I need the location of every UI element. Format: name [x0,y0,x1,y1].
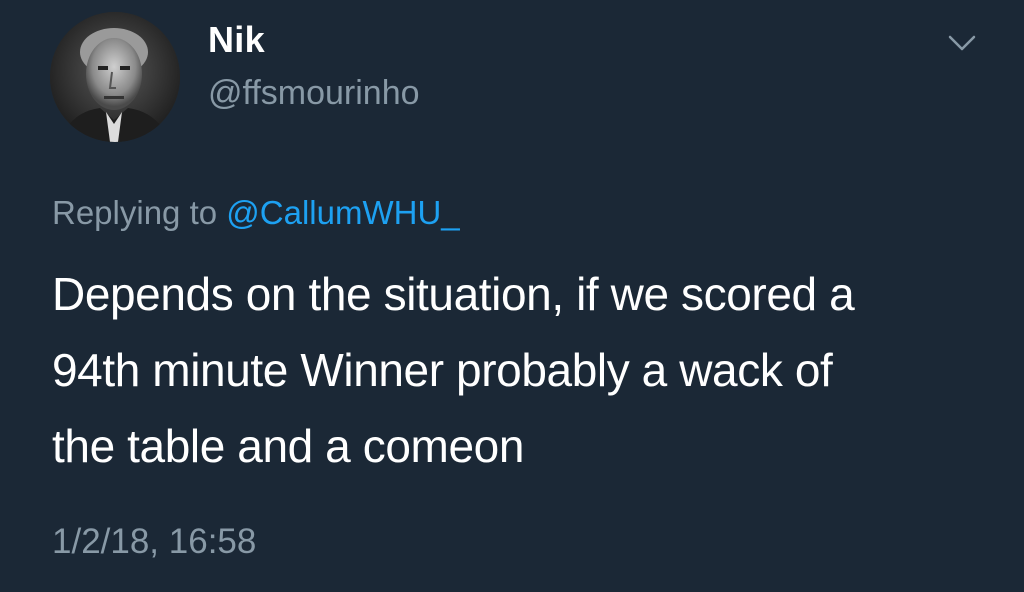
tweet-text-line: the table and a comeon [52,420,524,472]
reply-prefix: Replying to [52,194,218,231]
avatar-image [50,12,180,142]
user-handle[interactable]: @ffsmourinho [208,72,420,114]
tweet-timestamp[interactable]: 1/2/18, 16:58 [52,520,256,564]
tweet-text-line: Depends on the situation, if we scored a [52,268,855,320]
chevron-down-icon[interactable] [942,28,982,58]
avatar[interactable] [50,12,180,142]
tweet-text: Depends on the situation, if we scored a… [52,256,992,484]
reply-mention-link[interactable]: @CallumWHU_ [226,194,459,231]
tweet-text-line: 94th minute Winner probably a wack of [52,344,833,396]
tweet-card: Nik @ffsmourinho Replying to @CallumWHU_… [0,0,1024,592]
display-name[interactable]: Nik [208,18,265,62]
reply-context: Replying to @CallumWHU_ [52,192,460,234]
